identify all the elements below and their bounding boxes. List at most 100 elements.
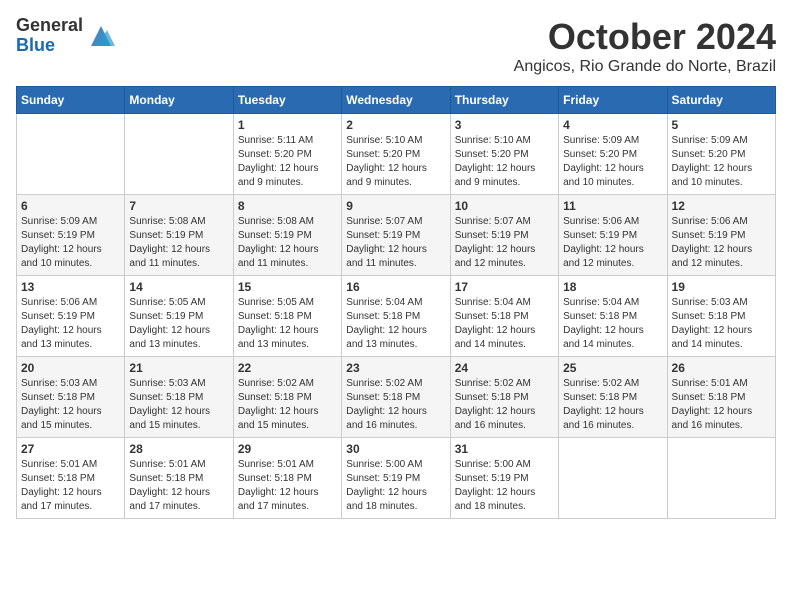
header-sunday: Sunday [17, 87, 125, 114]
day-info: Sunrise: 5:04 AM Sunset: 5:18 PM Dayligh… [455, 296, 554, 352]
day-number: 21 [129, 361, 228, 375]
day-info: Sunrise: 5:02 AM Sunset: 5:18 PM Dayligh… [346, 377, 445, 433]
day-info: Sunrise: 5:06 AM Sunset: 5:19 PM Dayligh… [563, 215, 662, 271]
day-number: 25 [563, 361, 662, 375]
day-info: Sunrise: 5:02 AM Sunset: 5:18 PM Dayligh… [455, 377, 554, 433]
day-number: 30 [346, 442, 445, 456]
header-row: SundayMondayTuesdayWednesdayThursdayFrid… [17, 87, 776, 114]
day-info: Sunrise: 5:09 AM Sunset: 5:20 PM Dayligh… [672, 134, 771, 190]
header-wednesday: Wednesday [342, 87, 450, 114]
day-number: 22 [238, 361, 337, 375]
day-cell: 18Sunrise: 5:04 AM Sunset: 5:18 PM Dayli… [559, 276, 667, 357]
day-info: Sunrise: 5:09 AM Sunset: 5:19 PM Dayligh… [21, 215, 120, 271]
day-cell: 14 Sunrise: 5:05 AM Sunset: 5:19 PM Dayli… [125, 276, 233, 357]
day-cell: 16 Sunrise: 5:04 AM Sunset: 5:18 PM Dayli… [342, 276, 450, 357]
day-info: Sunrise: 5:10 AM Sunset: 5:20 PM Dayligh… [455, 134, 554, 190]
day-cell [667, 438, 775, 519]
day-cell: 1 Sunrise: 5:11 AM Sunset: 5:20 PM Daylig… [233, 114, 341, 195]
day-info: Sunrise: 5:01 AM Sunset: 5:18 PM Dayligh… [21, 458, 120, 514]
day-number: 29 [238, 442, 337, 456]
day-number: 13 [21, 280, 120, 294]
day-number: 27 [21, 442, 120, 456]
page-header: General Blue October 2024 Angicos, Rio G… [16, 16, 776, 76]
day-info: Sunrise: 5:10 AM Sunset: 5:20 PM Dayligh… [346, 134, 445, 190]
day-number: 7 [129, 199, 228, 213]
day-info: Sunrise: 5:03 AM Sunset: 5:18 PM Dayligh… [21, 377, 120, 433]
day-info: Sunrise: 5:11 AM Sunset: 5:20 PM Dayligh… [238, 134, 337, 190]
day-number: 4 [563, 118, 662, 132]
day-cell: 28Sunrise: 5:01 AM Sunset: 5:18 PM Dayli… [125, 438, 233, 519]
day-info: Sunrise: 5:07 AM Sunset: 5:19 PM Dayligh… [346, 215, 445, 271]
day-number: 26 [672, 361, 771, 375]
day-cell: 24 Sunrise: 5:02 AM Sunset: 5:18 PM Dayli… [450, 357, 558, 438]
day-info: Sunrise: 5:02 AM Sunset: 5:18 PM Dayligh… [238, 377, 337, 433]
day-number: 23 [346, 361, 445, 375]
week-row-1: 6 Sunrise: 5:09 AM Sunset: 5:19 PM Daylig… [17, 195, 776, 276]
day-number: 24 [455, 361, 554, 375]
day-info: Sunrise: 5:07 AM Sunset: 5:19 PM Dayligh… [455, 215, 554, 271]
day-number: 9 [346, 199, 445, 213]
day-number: 17 [455, 280, 554, 294]
header-monday: Monday [125, 87, 233, 114]
logo: General Blue [16, 16, 115, 56]
day-cell: 30 Sunrise: 5:00 AM Sunset: 5:19 PM Dayli… [342, 438, 450, 519]
week-row-3: 20 Sunrise: 5:03 AM Sunset: 5:18 PM Dayli… [17, 357, 776, 438]
calendar-body: 1 Sunrise: 5:11 AM Sunset: 5:20 PM Daylig… [17, 114, 776, 519]
week-row-2: 13 Sunrise: 5:06 AM Sunset: 5:19 PM Dayli… [17, 276, 776, 357]
day-cell: 8Sunrise: 5:08 AM Sunset: 5:19 PM Daylig… [233, 195, 341, 276]
calendar-table: SundayMondayTuesdayWednesdayThursdayFrid… [16, 86, 776, 519]
day-cell: 26 Sunrise: 5:01 AM Sunset: 5:18 PM Dayli… [667, 357, 775, 438]
day-cell: 20 Sunrise: 5:03 AM Sunset: 5:18 PM Dayli… [17, 357, 125, 438]
week-row-0: 1 Sunrise: 5:11 AM Sunset: 5:20 PM Daylig… [17, 114, 776, 195]
day-number: 1 [238, 118, 337, 132]
day-cell: 17 Sunrise: 5:04 AM Sunset: 5:18 PM Dayli… [450, 276, 558, 357]
day-number: 28 [129, 442, 228, 456]
day-info: Sunrise: 5:01 AM Sunset: 5:18 PM Dayligh… [672, 377, 771, 433]
header-saturday: Saturday [667, 87, 775, 114]
day-cell: 15 Sunrise: 5:05 AM Sunset: 5:18 PM Dayli… [233, 276, 341, 357]
day-cell: 5 Sunrise: 5:09 AM Sunset: 5:20 PM Daylig… [667, 114, 775, 195]
logo-icon [87, 22, 115, 50]
day-cell: 12 Sunrise: 5:06 AM Sunset: 5:19 PM Dayli… [667, 195, 775, 276]
day-number: 16 [346, 280, 445, 294]
day-number: 15 [238, 280, 337, 294]
day-info: Sunrise: 5:02 AM Sunset: 5:18 PM Dayligh… [563, 377, 662, 433]
day-info: Sunrise: 5:04 AM Sunset: 5:18 PM Dayligh… [346, 296, 445, 352]
day-cell: 4Sunrise: 5:09 AM Sunset: 5:20 PM Daylig… [559, 114, 667, 195]
day-info: Sunrise: 5:01 AM Sunset: 5:18 PM Dayligh… [238, 458, 337, 514]
day-cell: 23 Sunrise: 5:02 AM Sunset: 5:18 PM Dayli… [342, 357, 450, 438]
day-number: 10 [455, 199, 554, 213]
day-info: Sunrise: 5:08 AM Sunset: 5:19 PM Dayligh… [129, 215, 228, 271]
location-title: Angicos, Rio Grande do Norte, Brazil [514, 58, 776, 76]
day-number: 11 [563, 199, 662, 213]
day-info: Sunrise: 5:06 AM Sunset: 5:19 PM Dayligh… [21, 296, 120, 352]
day-number: 19 [672, 280, 771, 294]
title-area: October 2024 Angicos, Rio Grande do Nort… [514, 16, 776, 76]
day-cell: 10 Sunrise: 5:07 AM Sunset: 5:19 PM Dayli… [450, 195, 558, 276]
day-info: Sunrise: 5:05 AM Sunset: 5:19 PM Dayligh… [129, 296, 228, 352]
day-number: 31 [455, 442, 554, 456]
day-cell: 11 Sunrise: 5:06 AM Sunset: 5:19 PM Dayli… [559, 195, 667, 276]
header-tuesday: Tuesday [233, 87, 341, 114]
day-info: Sunrise: 5:05 AM Sunset: 5:18 PM Dayligh… [238, 296, 337, 352]
logo-blue: Blue [16, 36, 83, 56]
header-thursday: Thursday [450, 87, 558, 114]
day-cell: 7 Sunrise: 5:08 AM Sunset: 5:19 PM Daylig… [125, 195, 233, 276]
day-cell: 13 Sunrise: 5:06 AM Sunset: 5:19 PM Dayli… [17, 276, 125, 357]
day-cell [17, 114, 125, 195]
day-number: 6 [21, 199, 120, 213]
day-cell: 25 Sunrise: 5:02 AM Sunset: 5:18 PM Dayli… [559, 357, 667, 438]
day-info: Sunrise: 5:08 AM Sunset: 5:19 PM Dayligh… [238, 215, 337, 271]
month-title: October 2024 [514, 16, 776, 58]
day-cell: 27 Sunrise: 5:01 AM Sunset: 5:18 PM Dayli… [17, 438, 125, 519]
day-number: 14 [129, 280, 228, 294]
day-number: 5 [672, 118, 771, 132]
day-number: 2 [346, 118, 445, 132]
day-info: Sunrise: 5:06 AM Sunset: 5:19 PM Dayligh… [672, 215, 771, 271]
calendar-header: SundayMondayTuesdayWednesdayThursdayFrid… [17, 87, 776, 114]
day-info: Sunrise: 5:00 AM Sunset: 5:19 PM Dayligh… [346, 458, 445, 514]
day-cell: 6 Sunrise: 5:09 AM Sunset: 5:19 PM Daylig… [17, 195, 125, 276]
day-number: 12 [672, 199, 771, 213]
day-info: Sunrise: 5:04 AM Sunset: 5:18 PM Dayligh… [563, 296, 662, 352]
day-number: 20 [21, 361, 120, 375]
